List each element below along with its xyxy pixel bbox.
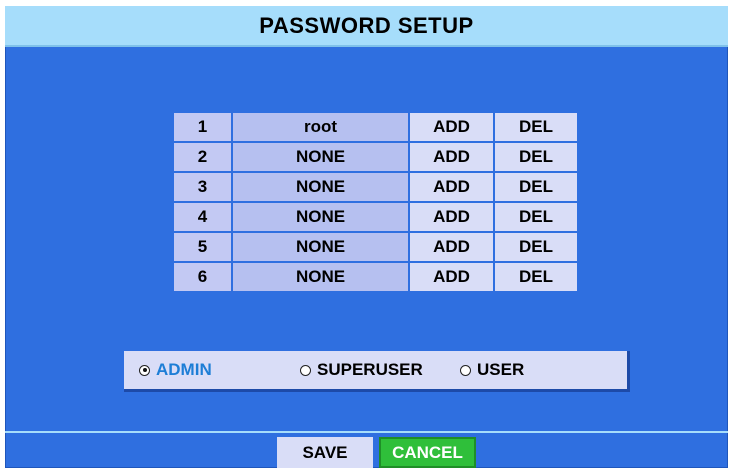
radio-selected-icon (139, 364, 150, 376)
user-index: 4 (174, 203, 231, 231)
footer-divider (5, 431, 728, 433)
window-frame: PASSWORD SETUP 1 root ADD DEL 2 NONE ADD… (0, 0, 734, 473)
del-button[interactable]: DEL (495, 173, 577, 201)
user-level-radio-group: ADMIN SUPERUSER USER (124, 351, 630, 392)
user-name-field[interactable]: NONE (233, 173, 408, 201)
user-radio[interactable]: USER (460, 351, 524, 389)
add-button[interactable]: ADD (410, 203, 493, 231)
del-button[interactable]: DEL (495, 113, 577, 141)
admin-radio[interactable]: ADMIN (139, 351, 212, 389)
admin-radio-label: ADMIN (156, 360, 212, 379)
user-name-field[interactable]: NONE (233, 203, 408, 231)
user-name-field[interactable]: NONE (233, 263, 408, 291)
user-index: 5 (174, 233, 231, 261)
add-button[interactable]: ADD (410, 233, 493, 261)
del-button[interactable]: DEL (495, 233, 577, 261)
user-name-field[interactable]: root (233, 113, 408, 141)
del-button[interactable]: DEL (495, 143, 577, 171)
user-index: 1 (174, 113, 231, 141)
radio-unselected-icon (460, 364, 471, 376)
del-button[interactable]: DEL (495, 263, 577, 291)
del-button[interactable]: DEL (495, 203, 577, 231)
page-title: PASSWORD SETUP (5, 6, 728, 47)
table-row: 5 NONE ADD DEL (174, 233, 577, 261)
save-button[interactable]: SAVE (277, 437, 373, 468)
superuser-radio-label: SUPERUSER (317, 360, 423, 379)
table-row: 1 root ADD DEL (174, 113, 577, 141)
add-button[interactable]: ADD (410, 263, 493, 291)
user-name-field[interactable]: NONE (233, 233, 408, 261)
radio-unselected-icon (300, 364, 311, 376)
add-button[interactable]: ADD (410, 173, 493, 201)
table-row: 4 NONE ADD DEL (174, 203, 577, 231)
password-setup-panel: PASSWORD SETUP 1 root ADD DEL 2 NONE ADD… (5, 6, 728, 468)
user-index: 3 (174, 173, 231, 201)
superuser-radio[interactable]: SUPERUSER (300, 351, 423, 389)
user-name-field[interactable]: NONE (233, 143, 408, 171)
user-radio-label: USER (477, 360, 525, 379)
add-button[interactable]: ADD (410, 113, 493, 141)
table-row: 2 NONE ADD DEL (174, 143, 577, 171)
user-index: 6 (174, 263, 231, 291)
cancel-button[interactable]: CANCEL (379, 437, 476, 468)
user-table: 1 root ADD DEL 2 NONE ADD DEL 3 NONE ADD… (174, 113, 577, 291)
table-row: 6 NONE ADD DEL (174, 263, 577, 291)
add-button[interactable]: ADD (410, 143, 493, 171)
table-row: 3 NONE ADD DEL (174, 173, 577, 201)
user-index: 2 (174, 143, 231, 171)
